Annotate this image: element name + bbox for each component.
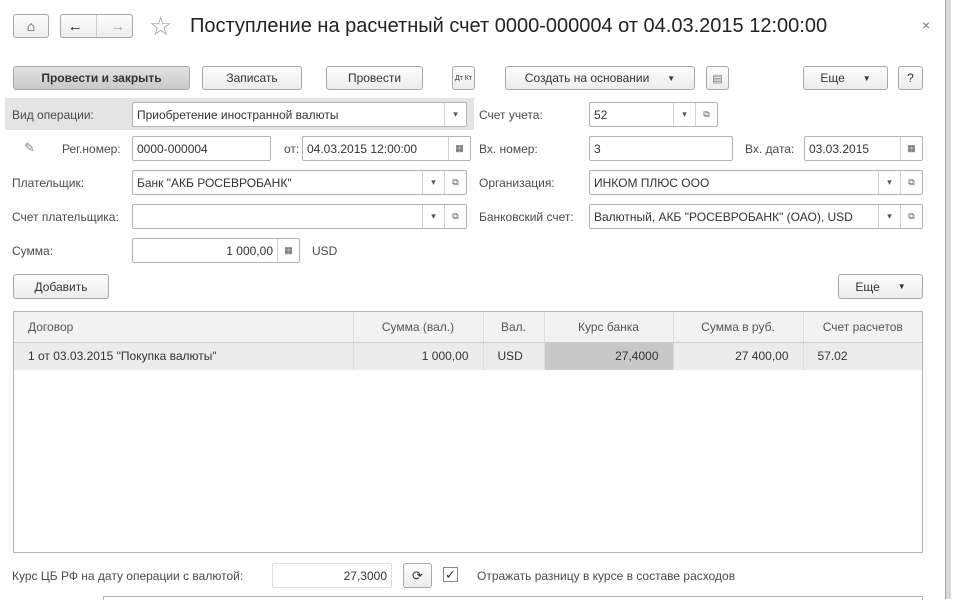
open-icon[interactable]: ⧉ [444, 171, 466, 194]
refresh-rate-button[interactable]: ⟳ [403, 563, 432, 588]
bank-account-field[interactable]: Валютный, АКБ "РОСЕВРОБАНК" (ОАО), USD ▾ ⧉ [589, 204, 923, 229]
refresh-icon: ⟳ [412, 567, 423, 583]
payments-table: Договор Сумма (вал.) Вал. Курс банка Сум… [13, 311, 923, 553]
column-header[interactable]: Вал. [483, 312, 545, 343]
reg-number-field[interactable]: 0000-000004 [132, 136, 271, 161]
document-button[interactable]: ▤ [706, 66, 729, 90]
dt-kt-button[interactable]: Дт Кт [452, 66, 475, 90]
sum-field[interactable]: 1 000,00 ▦ [132, 238, 300, 263]
cell-contract[interactable]: 1 от 03.03.2015 "Покупка валюты" [14, 342, 354, 370]
operation-label: Вид операции: [12, 108, 94, 122]
chevron-down-icon[interactable]: ▾ [878, 171, 900, 194]
chevron-down-icon[interactable]: ▾ [673, 103, 695, 126]
help-button[interactable]: ? [898, 66, 923, 90]
table-more-button[interactable]: Еще ▼ [838, 274, 923, 299]
scrollbar[interactable] [945, 0, 951, 599]
currency-label: USD [312, 244, 338, 258]
bank-account-label: Банковский счет: [479, 210, 574, 224]
chevron-down-icon[interactable]: ▾ [422, 205, 444, 228]
post-and-close-button[interactable]: Провести и закрыть [13, 66, 190, 90]
edit-number-icon[interactable]: ✎ [24, 140, 35, 156]
calculator-icon[interactable]: ▦ [277, 239, 299, 262]
chevron-down-icon[interactable]: ▾ [444, 103, 466, 126]
org-field[interactable]: ИНКОМ ПЛЮС ООО ▾ ⧉ [589, 170, 923, 195]
open-icon[interactable]: ⧉ [695, 103, 717, 126]
operation-select[interactable]: Приобретение иностранной валюты ▾ [132, 102, 467, 127]
column-header[interactable]: Сумма (вал.) [353, 312, 484, 343]
more-button[interactable]: Еще ▼ [803, 66, 888, 90]
document-icon: ▤ [712, 72, 723, 85]
cb-rate-field[interactable]: 27,3000 [272, 563, 392, 588]
cell-currency[interactable]: USD [483, 342, 545, 370]
sum-label: Сумма: [12, 244, 54, 258]
column-header[interactable]: Сумма в руб. [673, 312, 804, 343]
payer-field[interactable]: Банк "АКБ РОСЕВРОБАНК" ▾ ⧉ [132, 170, 467, 195]
cell-sum-rub[interactable]: 27 400,00 [673, 342, 804, 370]
chevron-down-icon: ▼ [897, 282, 906, 291]
open-icon[interactable]: ⧉ [444, 205, 466, 228]
create-based-button[interactable]: Создать на основании ▼ [505, 66, 695, 90]
chevron-down-icon: ▼ [667, 73, 676, 83]
nav-buttons: ← → [60, 14, 133, 38]
in-number-field[interactable]: 3 [589, 136, 733, 161]
open-icon[interactable]: ⧉ [900, 205, 922, 228]
reg-number-label: Рег.номер: [62, 142, 121, 156]
date-field[interactable]: 04.03.2015 12:00:00 ▦ [302, 136, 471, 161]
column-header[interactable]: Договор [14, 312, 354, 343]
calendar-icon[interactable]: ▦ [900, 137, 922, 160]
in-date-label: Вх. дата: [745, 142, 795, 156]
back-button[interactable]: ← [68, 18, 83, 35]
chevron-down-icon[interactable]: ▾ [422, 171, 444, 194]
add-button[interactable]: Добавить [13, 274, 109, 299]
cell-account[interactable]: 57.02 [803, 342, 922, 370]
in-number-label: Вх. номер: [479, 142, 538, 156]
column-header[interactable]: Курс банка [544, 312, 674, 343]
payer-account-field[interactable]: ▾ ⧉ [132, 204, 467, 229]
home-icon: ⌂ [26, 18, 36, 34]
chevron-down-icon[interactable]: ▾ [878, 205, 900, 228]
cb-rate-label: Курс ЦБ РФ на дату операции с валютой: [12, 569, 244, 583]
payer-label: Плательщик: [12, 176, 85, 190]
cell-bank-rate[interactable]: 27,4000 [544, 342, 674, 370]
table-row[interactable]: 1 от 03.03.2015 "Покупка валюты" 1 000,0… [14, 342, 922, 370]
in-date-field[interactable]: 03.03.2015 ▦ [804, 136, 923, 161]
star-icon[interactable]: ☆ [149, 11, 172, 42]
close-icon[interactable]: × [922, 17, 930, 33]
payer-account-label: Счет плательщика: [12, 210, 119, 224]
chevron-down-icon: ▼ [862, 73, 871, 83]
org-label: Организация: [479, 176, 555, 190]
account-label: Счет учета: [479, 108, 543, 122]
comment-field[interactable] [103, 596, 923, 600]
cell-sum-currency[interactable]: 1 000,00 [353, 342, 484, 370]
home-button[interactable]: ⌂ [13, 14, 49, 38]
reflect-diff-label: Отражать разницу в курсе в составе расхо… [477, 569, 736, 583]
calendar-icon[interactable]: ▦ [448, 137, 470, 160]
forward-button[interactable]: → [110, 18, 125, 35]
account-field[interactable]: 52 ▾ ⧉ [589, 102, 718, 127]
reflect-diff-checkbox[interactable]: ✓ [443, 567, 458, 582]
column-header[interactable]: Счет расчетов [803, 312, 922, 343]
save-button[interactable]: Записать [202, 66, 302, 90]
page-title: Поступление на расчетный счет 0000-00000… [190, 15, 828, 37]
open-icon[interactable]: ⧉ [900, 171, 922, 194]
from-label: от: [284, 142, 300, 156]
post-button[interactable]: Провести [326, 66, 423, 90]
